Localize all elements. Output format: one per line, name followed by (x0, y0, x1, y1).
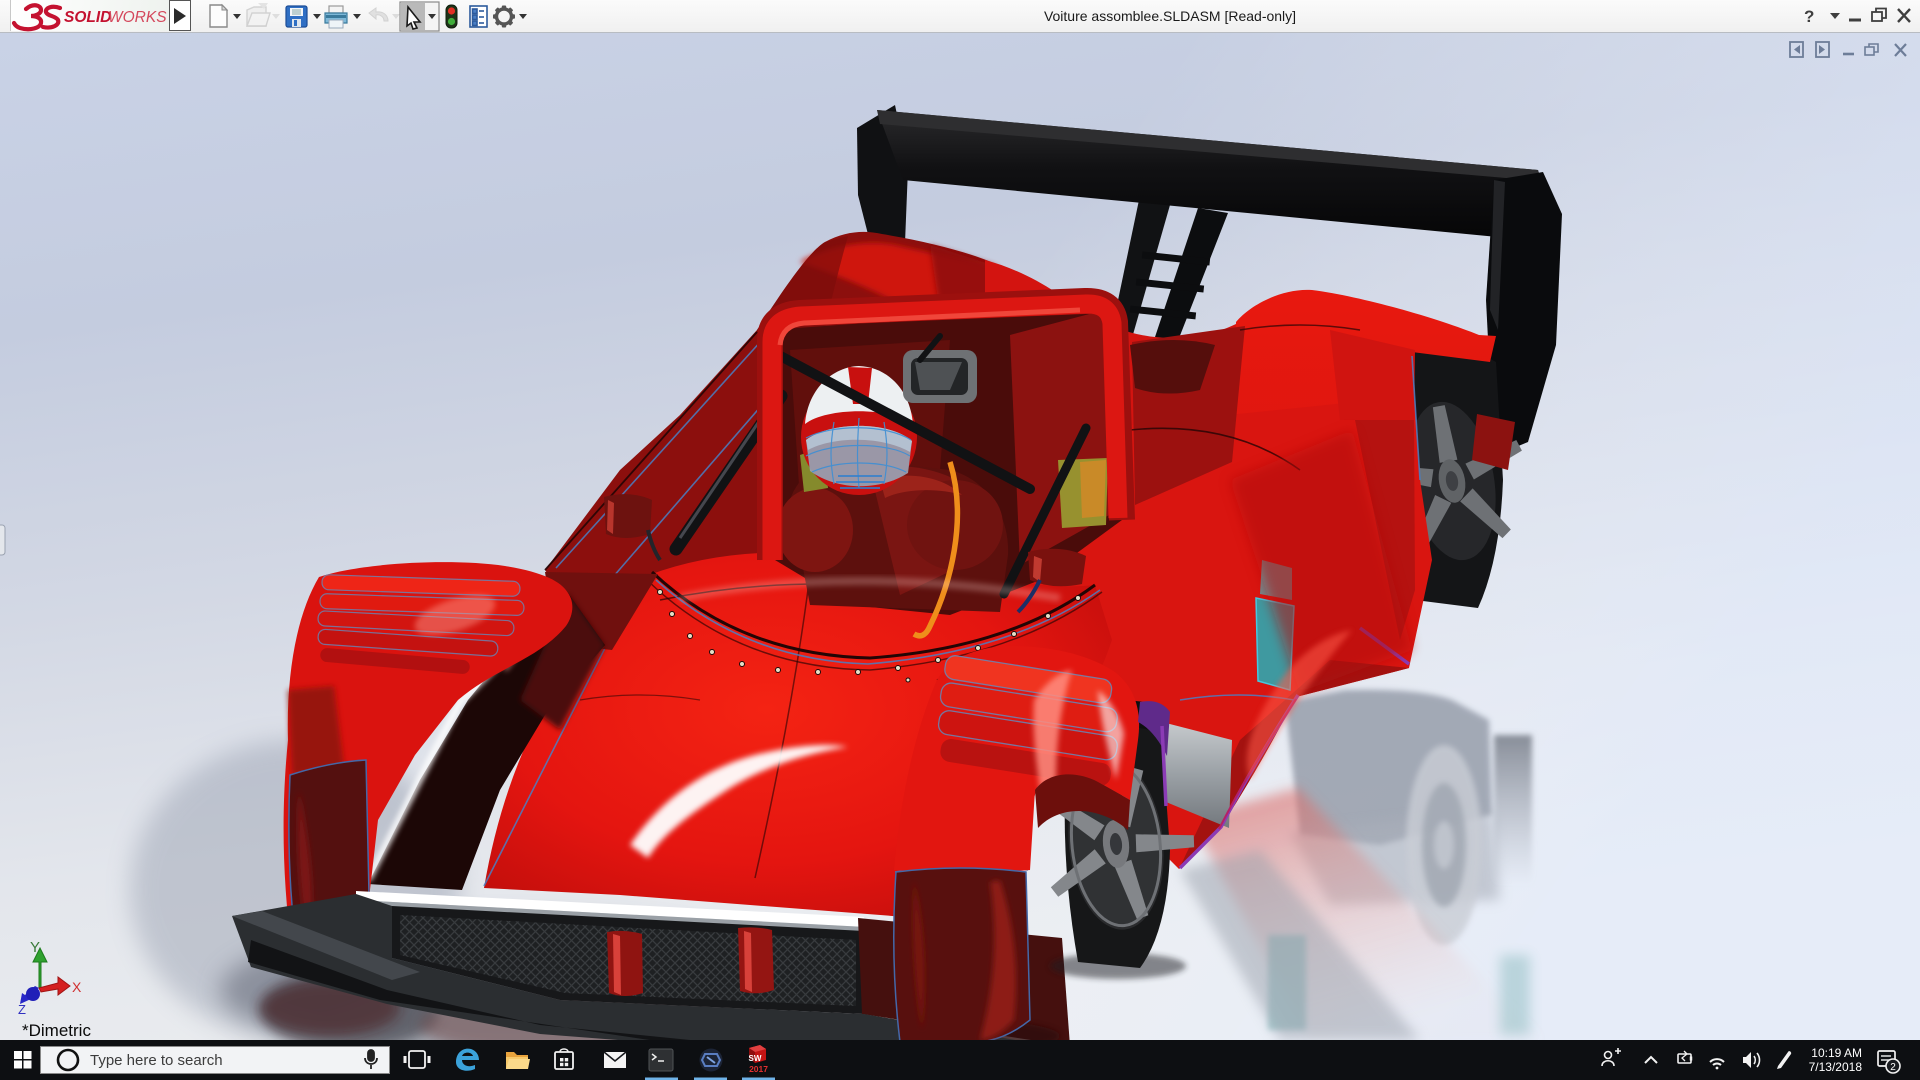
svg-text:2: 2 (1890, 1062, 1896, 1073)
svg-text:SOLID: SOLID (64, 9, 111, 26)
svg-text:SW: SW (749, 1054, 762, 1063)
svg-text:Z: Z (18, 1002, 26, 1017)
svg-text:WORKS: WORKS (108, 9, 167, 26)
svg-text:?: ? (1804, 7, 1814, 26)
svg-text:*Dimetric: *Dimetric (22, 1021, 91, 1040)
svg-text:2017: 2017 (749, 1064, 768, 1074)
svg-text:X: X (72, 979, 82, 995)
